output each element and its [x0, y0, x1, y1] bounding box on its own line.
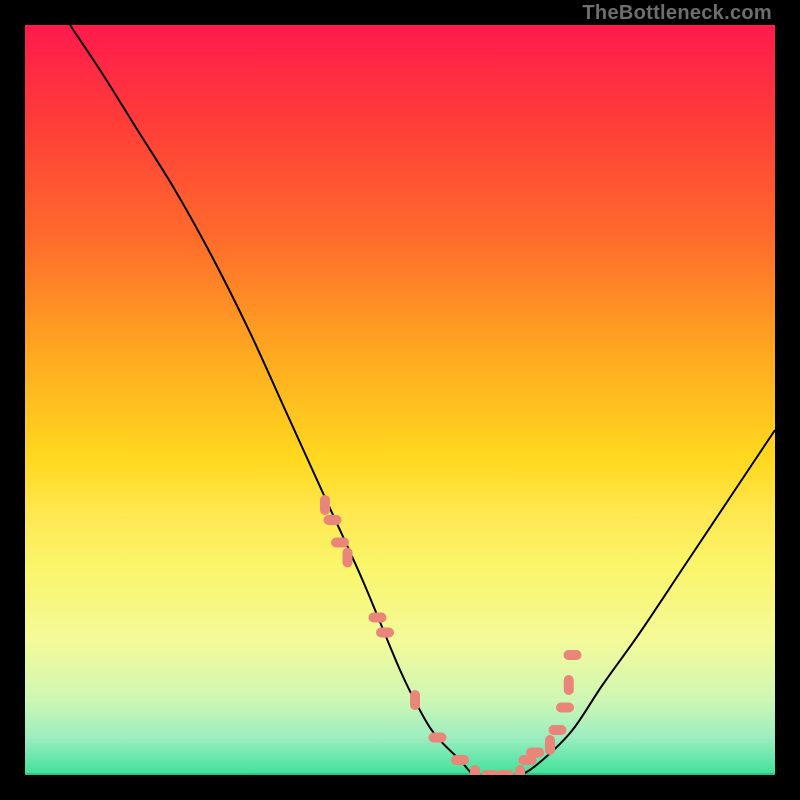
scatter-point	[470, 765, 480, 775]
scatter-point	[526, 748, 544, 758]
outer-frame: TheBottleneck.com	[0, 0, 800, 800]
scatter-point	[376, 628, 394, 638]
scatter-highlight-group	[320, 495, 582, 775]
scatter-point	[410, 690, 420, 710]
scatter-point	[564, 675, 574, 695]
scatter-point	[320, 495, 330, 515]
attribution-watermark: TheBottleneck.com	[582, 2, 772, 25]
scatter-point	[564, 650, 582, 660]
scatter-point	[369, 613, 387, 623]
bottleneck-curve	[70, 25, 775, 775]
scatter-point	[549, 725, 567, 735]
scatter-point	[451, 755, 469, 765]
scatter-point	[324, 515, 342, 525]
chart-svg	[25, 25, 775, 775]
scatter-point	[556, 703, 574, 713]
scatter-point	[429, 733, 447, 743]
scatter-point	[331, 538, 349, 548]
scatter-point	[496, 770, 514, 775]
scatter-point	[545, 735, 555, 755]
chart-plot-area	[25, 25, 775, 775]
scatter-point	[515, 765, 525, 775]
scatter-point	[343, 548, 353, 568]
